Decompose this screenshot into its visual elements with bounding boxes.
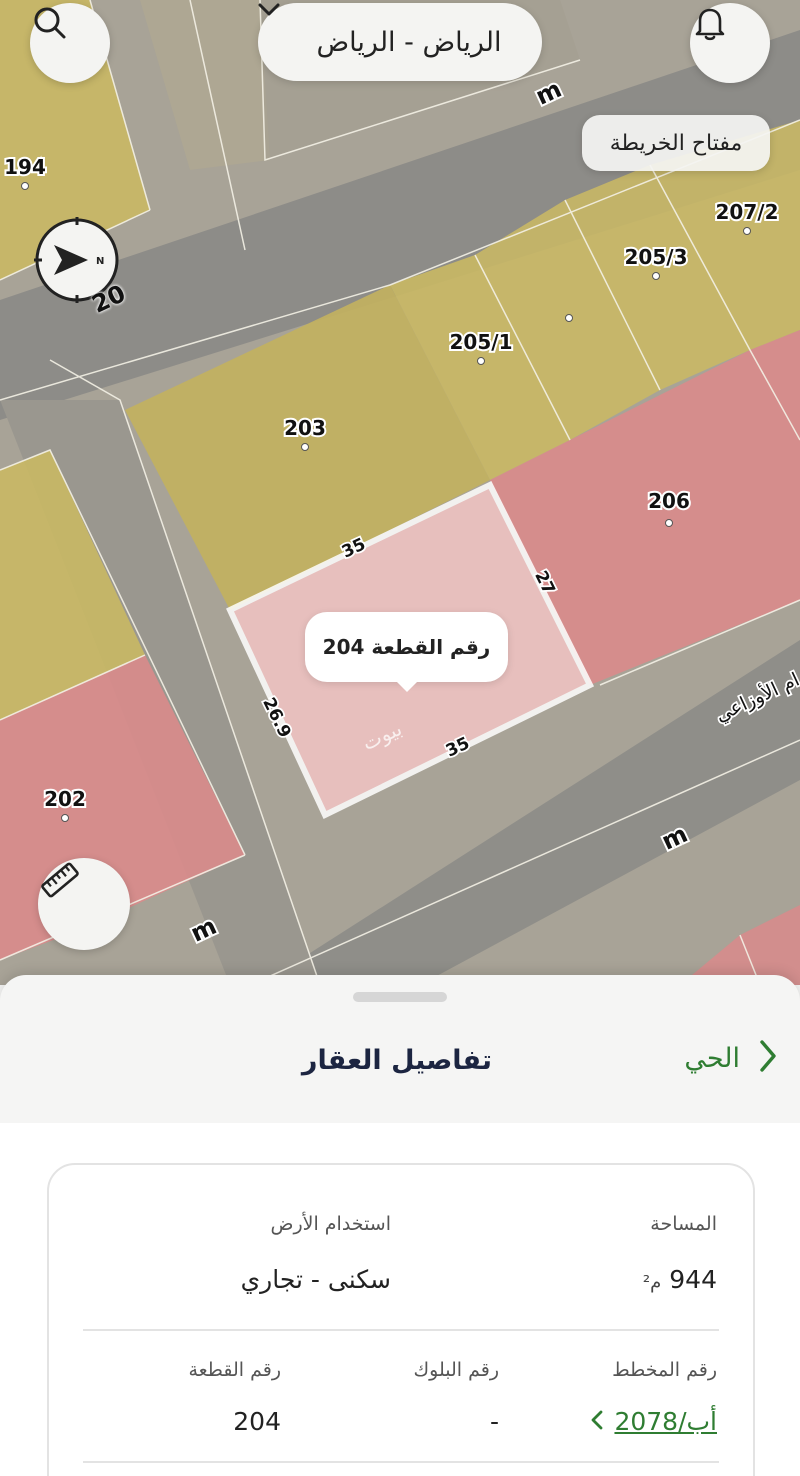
plot-label-202: 202: [44, 787, 86, 811]
block-number-label: رقم البلوك: [413, 1359, 499, 1381]
plan-number-value: 2078/أب: [614, 1407, 717, 1436]
area-unit: م²: [642, 1272, 662, 1293]
plot-number-label: رقم القطعة: [188, 1359, 281, 1381]
sheet-header: الحي تفاصيل العقار: [0, 1005, 800, 1123]
plot-label-205-1: 205/1: [450, 330, 513, 354]
plot-label-207-2: 207/2: [716, 200, 779, 224]
area-value: 944: [669, 1265, 717, 1294]
sheet-body: المساحة استخدام الأرض م² 944 سكنى - تجار…: [0, 1123, 800, 1476]
plot-label-203: 203: [284, 416, 326, 440]
chevron-right-icon: [758, 1039, 778, 1077]
plan-number-link[interactable]: 2078/أب: [590, 1407, 717, 1436]
plot-number-value: 204: [233, 1407, 281, 1436]
plot-label-205-3: 205/3: [625, 245, 688, 269]
property-details-sheet: الحي تفاصيل العقار المساحة استخدام الأرض…: [0, 975, 800, 1476]
city-selector[interactable]: الرياض - الرياض: [258, 3, 542, 81]
notifications-button[interactable]: [690, 3, 770, 83]
svg-text:N: N: [96, 256, 104, 267]
measure-button[interactable]: [38, 858, 130, 950]
city-selector-label: الرياض - الرياض: [316, 26, 502, 58]
search-button[interactable]: [30, 3, 110, 83]
plan-number-label: رقم المخطط: [612, 1359, 717, 1381]
property-details-card: المساحة استخدام الأرض م² 944 سكنى - تجار…: [47, 1163, 755, 1476]
area-label: المساحة: [650, 1213, 717, 1235]
land-use-value: سكنى - تجاري: [240, 1265, 391, 1294]
plot-label-194: 194: [4, 155, 46, 179]
sheet-drag-handle[interactable]: [353, 992, 447, 1002]
map-view[interactable]: 194 207/2 205/3 205/1 203 206 202 35 27 …: [0, 0, 800, 985]
sheet-title: تفاصيل العقار: [301, 1045, 492, 1076]
map-key-button[interactable]: مفتاح الخريطة: [582, 115, 770, 171]
chevron-left-icon: [590, 1409, 604, 1435]
area-field: م² 944: [643, 1265, 717, 1294]
selected-plot-tooltip[interactable]: رقم القطعة 204: [305, 612, 508, 692]
neighborhood-link[interactable]: الحي: [684, 1039, 778, 1077]
card-divider: [83, 1461, 719, 1463]
block-number-value: -: [489, 1407, 499, 1436]
card-divider: [83, 1329, 719, 1331]
land-use-label: استخدام الأرض: [270, 1213, 391, 1235]
plot-label-206: 206: [648, 489, 690, 513]
neighborhood-link-label: الحي: [684, 1042, 740, 1074]
